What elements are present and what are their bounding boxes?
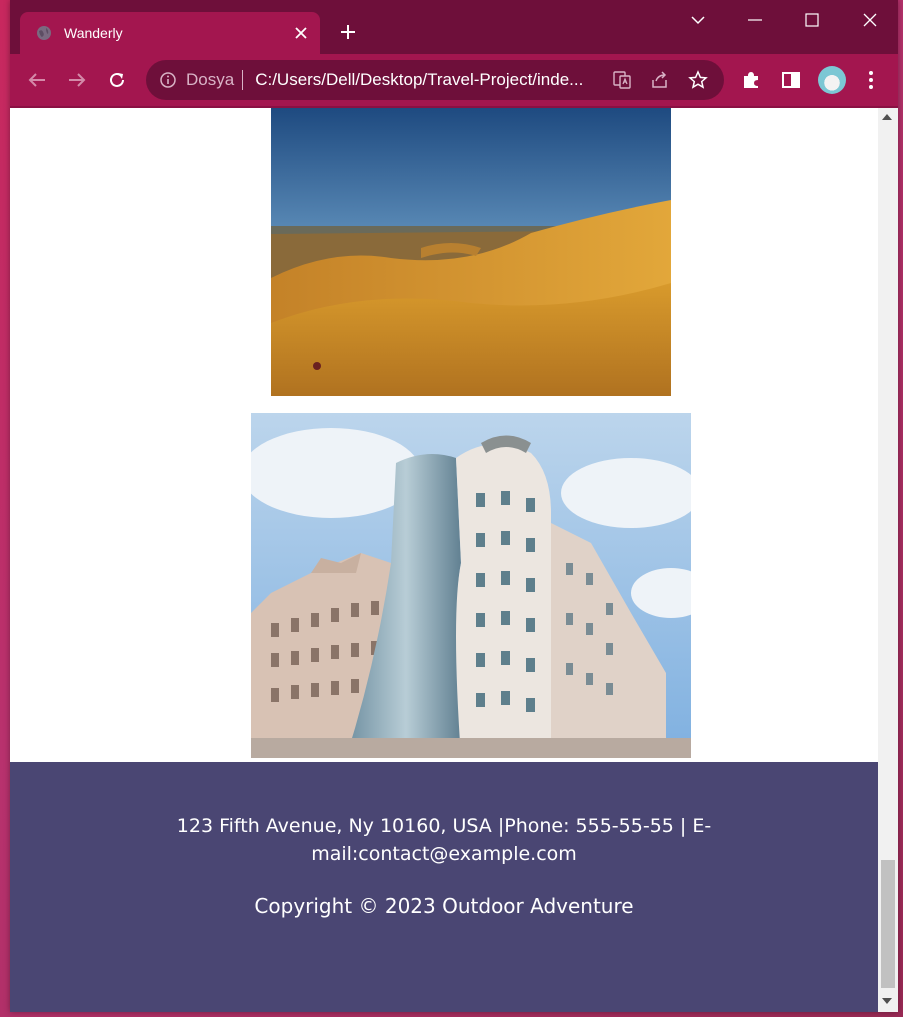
globe-icon xyxy=(36,25,52,41)
footer-copyright: Copyright © 2023 Outdoor Adventure xyxy=(254,894,634,918)
footer-contact-info: 123 Fifth Avenue, Ny 10160, USA |Phone: … xyxy=(176,815,712,865)
page-content: 123 Fifth Avenue, Ny 10160, USA |Phone: … xyxy=(10,108,878,1012)
info-icon[interactable] xyxy=(160,72,176,88)
avatar[interactable] xyxy=(818,66,846,94)
maximize-icon[interactable] xyxy=(800,8,824,32)
forward-arrow-icon[interactable] xyxy=(62,66,92,94)
kebab-menu-icon[interactable] xyxy=(856,66,886,94)
site-name: Dosya xyxy=(186,70,235,89)
site-footer: 123 Fifth Avenue, Ny 10160, USA |Phone: … xyxy=(10,762,878,1012)
address-bar[interactable]: Dosya C:/Users/Dell/Desktop/Travel-Proje… xyxy=(146,60,724,100)
browser-window: Wanderly Dosya C:/Users/Dell/Desktop/Tra… xyxy=(10,0,898,1012)
tab-wanderly[interactable]: Wanderly xyxy=(20,12,320,54)
plus-icon[interactable] xyxy=(336,20,360,44)
minimize-icon[interactable] xyxy=(743,8,767,32)
reload-icon[interactable] xyxy=(102,66,132,94)
close-icon[interactable] xyxy=(290,22,312,44)
tab-title: Wanderly xyxy=(64,25,123,41)
scroll-up-arrow-icon[interactable] xyxy=(882,114,892,120)
browser-toolbar: Dosya C:/Users/Dell/Desktop/Travel-Proje… xyxy=(10,54,898,108)
scroll-down-arrow-icon[interactable] xyxy=(882,998,892,1004)
desert-image xyxy=(271,108,671,396)
back-arrow-icon[interactable] xyxy=(22,66,52,94)
city-building-image xyxy=(241,413,711,758)
chevron-down-icon[interactable] xyxy=(686,8,710,32)
share-icon[interactable] xyxy=(647,67,673,93)
window-close-icon[interactable] xyxy=(858,8,882,32)
scrollbar-thumb[interactable] xyxy=(881,860,895,988)
translate-icon[interactable] xyxy=(609,67,635,93)
star-icon[interactable] xyxy=(685,67,711,93)
divider xyxy=(242,70,244,90)
vertical-scrollbar[interactable] xyxy=(878,108,898,1012)
puzzle-icon[interactable] xyxy=(736,66,766,94)
title-bar: Wanderly xyxy=(10,0,898,54)
url-text[interactable]: C:/Users/Dell/Desktop/Travel-Project/ind… xyxy=(255,70,597,90)
side-panel-icon[interactable] xyxy=(776,66,806,94)
